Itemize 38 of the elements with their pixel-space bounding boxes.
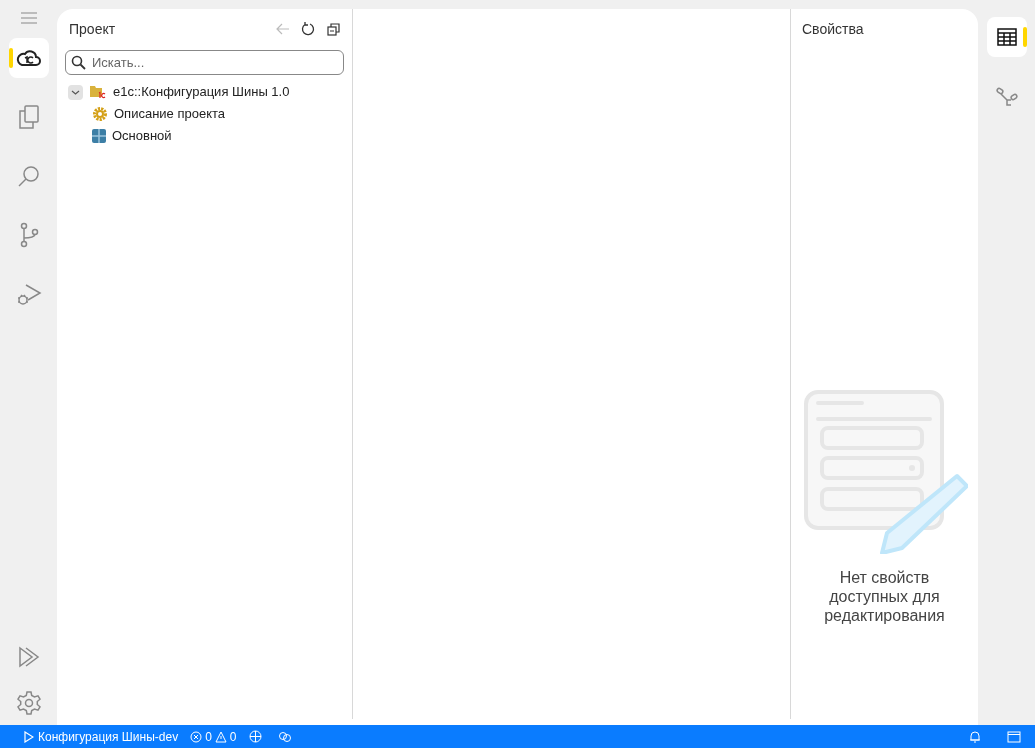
link-icon[interactable] [277,730,292,743]
tree-item[interactable]: e1c::Конфигурация Шины 1.0 [113,82,290,102]
warning-count[interactable]: 0 [229,727,237,746]
play-icon[interactable] [24,730,34,743]
activity-bar-button[interactable] [8,38,49,78]
refresh-icon[interactable] [301,22,315,36]
panel-title: Проект [69,19,116,39]
debug-run-icon [15,281,42,307]
run-configuration-link[interactable]: Конфигурация Шины-dev [38,727,179,746]
cloud-logo-icon [15,48,42,68]
back-arrow-icon[interactable] [276,23,290,35]
side-bar-button[interactable] [986,17,1027,57]
folder-icon [89,84,107,100]
gear-icon [92,106,108,122]
notification-bell-icon[interactable] [969,730,981,743]
diagram-icon [994,86,1019,108]
files-icon [16,104,41,130]
search-icon [16,164,41,188]
empty-state-message: Нет свойств доступных для редактирования [823,568,946,625]
warning-icon[interactable] [214,730,227,743]
search-icon [71,55,86,70]
tree-item[interactable]: Описание проекта [114,104,226,124]
active-indicator [8,48,13,68]
menu-icon[interactable] [19,12,38,24]
table-icon [996,28,1017,46]
error-count[interactable]: 0 [205,727,212,746]
tree-item[interactable]: Основной [112,126,172,146]
search-field[interactable]: Искать... [65,50,344,75]
error-icon[interactable] [190,730,203,743]
active-indicator [1022,27,1027,47]
globe-icon[interactable] [248,730,262,743]
window-icon[interactable] [1007,730,1021,743]
settings-icon [15,690,42,716]
panel-title: Свойства [802,21,865,37]
run-all-icon [16,645,41,669]
collapse-all-icon[interactable] [327,22,340,36]
collapse-toggle[interactable] [68,84,83,100]
grid-icon [92,129,106,143]
